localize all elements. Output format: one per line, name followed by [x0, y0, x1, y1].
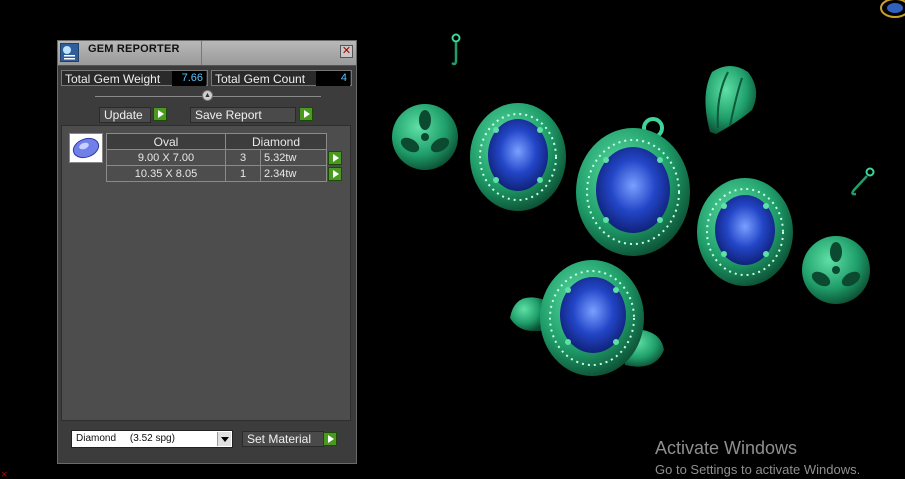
gem-reporter-app-icon — [60, 43, 79, 62]
save-report-button-label: Save Report — [195, 108, 262, 122]
row-action-cell — [327, 166, 344, 182]
row-weight: 5.32tw — [260, 149, 327, 166]
panel-titlebar[interactable]: GEM REPORTER ✕ — [58, 41, 356, 66]
corner-object — [880, 0, 905, 18]
set-material-button[interactable]: Set Material — [242, 431, 324, 447]
close-icon[interactable]: ✕ — [340, 45, 353, 58]
row-size: 10.35 X 8.05 — [106, 165, 226, 182]
material-select-value: Diamond (3.52 spg) — [76, 433, 175, 444]
total-count-value: 4 — [316, 71, 350, 86]
total-weight-label: Total Gem Weight — [65, 72, 161, 86]
total-weight-value: 7.66 — [172, 71, 206, 86]
earring-hook-right — [851, 167, 875, 196]
row-size: 9.00 X 7.00 — [106, 149, 226, 166]
header-shape: Oval — [106, 133, 226, 150]
save-report-play-arrow-icon[interactable] — [299, 107, 313, 121]
activate-windows-subtitle: Go to Settings to activate Windows. — [655, 462, 861, 477]
dropdown-arrow-icon[interactable] — [217, 432, 231, 446]
row-play-arrow-icon[interactable] — [328, 166, 342, 181]
earring-hook-left — [451, 33, 461, 66]
flower-earring-back-left — [392, 104, 458, 170]
flower-earring-back-right — [802, 236, 870, 304]
row-weight: 2.34tw — [260, 165, 327, 182]
corner-marker-icon: ✕ — [1, 470, 8, 479]
set-material-button-label: Set Material — [247, 432, 312, 446]
oval-gem-icon[interactable] — [69, 133, 103, 163]
table-row[interactable]: 10.35 X 8.05 1 2.34tw — [106, 165, 344, 182]
save-report-button[interactable]: Save Report — [190, 107, 296, 123]
table-row[interactable]: 9.00 X 7.00 3 5.32tw — [106, 149, 344, 166]
halo-ring — [510, 260, 664, 376]
halo-pendant-center — [576, 117, 690, 256]
update-play-arrow-icon[interactable] — [153, 107, 167, 121]
row-play-arrow-icon[interactable] — [328, 150, 342, 165]
slider-knob-icon[interactable]: ▲ — [202, 90, 213, 101]
set-material-play-arrow-icon[interactable] — [323, 432, 337, 446]
gem-table-header: Oval Diamond — [106, 133, 344, 150]
panel-title: GEM REPORTER — [88, 43, 180, 55]
total-count-label: Total Gem Count — [215, 72, 306, 86]
halo-earring-left — [470, 103, 566, 211]
header-material: Diamond — [225, 133, 327, 150]
update-button[interactable]: Update — [99, 107, 151, 123]
header-spacer — [327, 134, 344, 150]
row-count: 1 — [225, 165, 261, 182]
update-button-label: Update — [104, 108, 143, 122]
titlebar-divider — [201, 41, 202, 65]
halo-earring-right — [697, 178, 793, 286]
pendant-bail — [705, 66, 757, 134]
gem-table: Oval Diamond 9.00 X 7.00 3 5.32tw 10.35 … — [106, 133, 344, 182]
gem-reporter-panel: GEM REPORTER ✕ Total Gem Weight 7.66 Tot… — [57, 40, 357, 464]
gem-list-area: Oval Diamond 9.00 X 7.00 3 5.32tw 10.35 … — [61, 125, 351, 421]
material-select[interactable]: Diamond (3.52 spg) — [71, 430, 233, 448]
row-action-cell — [327, 150, 344, 166]
row-count: 3 — [225, 149, 261, 166]
activate-windows-title: Activate Windows — [655, 438, 798, 458]
